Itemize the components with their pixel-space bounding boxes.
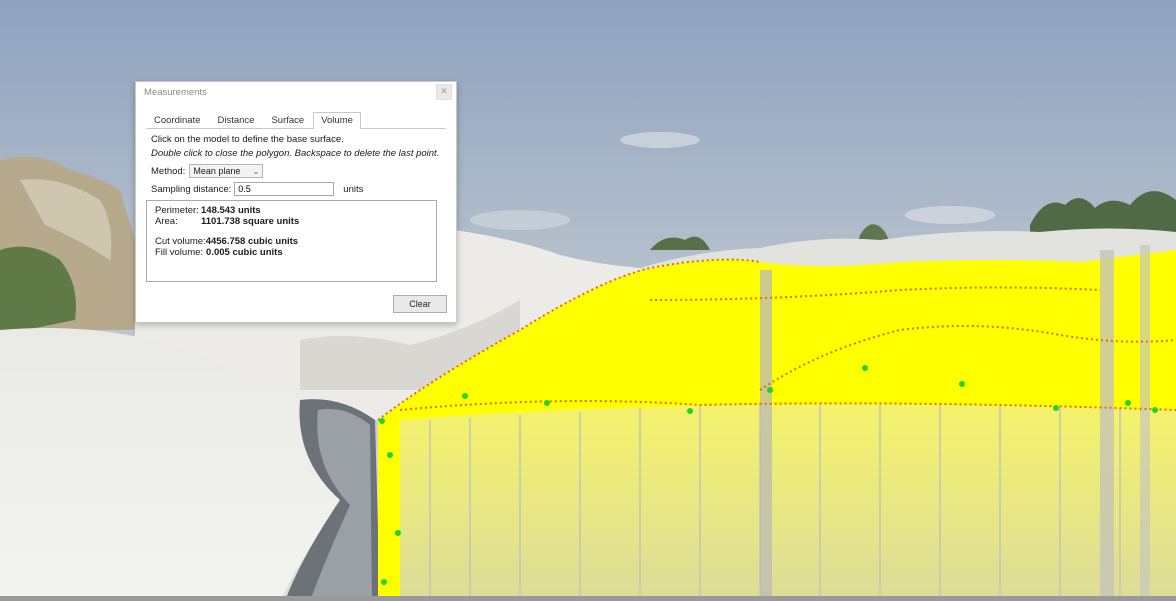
tab-coordinate[interactable]: Coordinate: [146, 112, 208, 128]
hint-text: Double click to close the polygon. Backs…: [151, 148, 440, 159]
cut-volume-label: Cut volume:: [155, 236, 206, 247]
tab-volume[interactable]: Volume: [313, 112, 361, 129]
perimeter-value: 148.543 units: [201, 205, 261, 216]
tab-bar: Coordinate Distance Surface Volume: [146, 112, 446, 129]
panel-titlebar[interactable]: Measurements ✕: [136, 82, 456, 102]
fill-volume-row: Fill volume: 0.005 cubic units: [155, 247, 436, 258]
method-row: Method: Mean plane ⌄: [151, 164, 264, 178]
measurements-panel: Measurements ✕ Coordinate Distance Surfa…: [135, 81, 457, 323]
instruction-text: Click on the model to define the base su…: [151, 134, 344, 145]
fill-volume-label: Fill volume:: [155, 247, 204, 258]
fill-volume-value: 0.005 cubic units: [206, 247, 283, 258]
sampling-distance-input[interactable]: [234, 182, 335, 196]
perimeter-row: Perimeter: 148.543 units: [155, 205, 436, 216]
sampling-row: Sampling distance: units: [151, 182, 363, 196]
method-label: Method:: [151, 165, 186, 177]
clear-button[interactable]: Clear: [393, 295, 447, 313]
method-value: Mean plane: [193, 166, 241, 176]
tab-distance[interactable]: Distance: [209, 112, 262, 128]
perimeter-label: Perimeter:: [155, 205, 199, 216]
tab-surface[interactable]: Surface: [263, 112, 312, 128]
sampling-units-label: units: [343, 183, 364, 195]
chevron-down-icon: ⌄: [252, 166, 260, 176]
cut-volume-value: 4456.758 cubic units: [205, 236, 299, 247]
area-row: Area: 1101.738 square units: [155, 216, 436, 227]
area-label: Area:: [155, 216, 178, 227]
panel-title: Measurements: [144, 86, 207, 98]
method-select[interactable]: Mean plane ⌄: [189, 164, 264, 178]
results-box: Perimeter: 148.543 units Area: 1101.738 …: [146, 200, 437, 282]
cut-volume-row: Cut volume: 4456.758 cubic units: [155, 236, 436, 247]
sampling-label: Sampling distance:: [151, 183, 232, 195]
close-icon[interactable]: ✕: [436, 84, 452, 100]
area-value: 1101.738 square units: [201, 216, 300, 227]
